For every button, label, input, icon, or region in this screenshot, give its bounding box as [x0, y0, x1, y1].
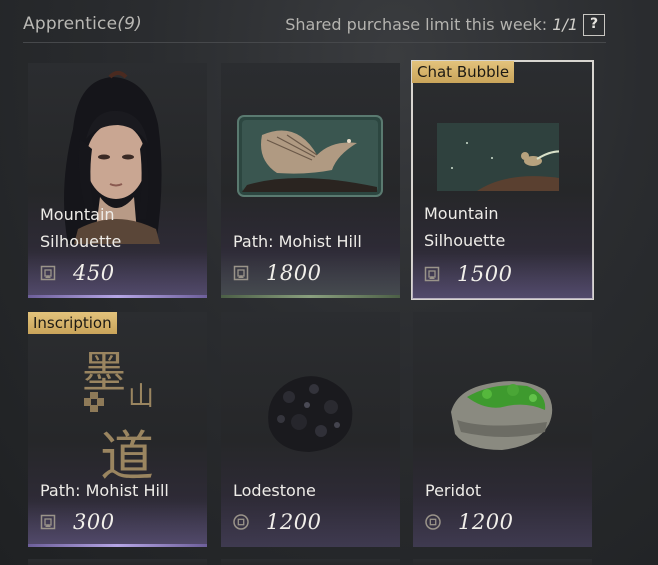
item-price: 450 [40, 260, 115, 286]
price-value: 1200 [458, 510, 514, 534]
token-icon [424, 266, 440, 282]
section-count: (9) [117, 14, 142, 34]
shop-item-card[interactable]: Path: Mohist Hill 1800 [221, 63, 400, 298]
purchase-limit-label: Shared purchase limit this week: [285, 15, 553, 34]
coin-icon [233, 514, 249, 530]
item-price: 1200 [425, 509, 513, 535]
item-name: Path: Mohist Hill [40, 481, 169, 500]
item-price: 1200 [233, 509, 321, 535]
coin-icon [425, 514, 441, 530]
rarity-bar [221, 295, 400, 298]
price-value: 300 [73, 510, 115, 534]
rarity-bar [28, 295, 207, 298]
header-divider [23, 42, 606, 43]
shop-item-card-selected[interactable]: Chat Bubble Mountain Silhouette 1500 [411, 60, 594, 300]
item-name: Peridot [425, 481, 482, 500]
item-name-line: Silhouette [424, 231, 506, 250]
section-title-text: Apprentice [23, 14, 118, 34]
item-name-line: Mountain [424, 204, 499, 223]
price-value: 450 [73, 261, 115, 285]
section-title: Apprentice(9) [23, 14, 142, 34]
bird-thumbnail [437, 123, 559, 191]
item-type-tag: Inscription [28, 312, 117, 334]
item-name-line: Mountain [40, 205, 115, 224]
item-name: Mountain Silhouette [424, 200, 505, 254]
shop-item-card[interactable]: Lodestone 1200 [221, 312, 400, 547]
shop-header: Apprentice(9) Shared purchase limit this… [0, 0, 658, 46]
rarity-bar [28, 544, 207, 547]
purchase-limit: Shared purchase limit this week: 1/1 [285, 15, 578, 34]
item-name-line: Silhouette [40, 232, 122, 251]
item-type-tag: Chat Bubble [412, 61, 515, 83]
token-icon [40, 514, 56, 530]
help-button[interactable]: ? [583, 14, 605, 36]
price-value: 1500 [457, 262, 513, 286]
item-price: 1500 [424, 261, 512, 287]
item-name: Lodestone [233, 481, 316, 500]
lodestone-image [268, 376, 353, 452]
shop-item-card-partial[interactable] [221, 559, 400, 565]
calligraphy-glyph: 山 [128, 382, 155, 412]
scene-thumbnail [237, 115, 383, 197]
item-price: 300 [40, 509, 115, 535]
shop-item-card[interactable]: Mountain Silhouette 450 [28, 63, 207, 298]
price-value: 1800 [266, 261, 322, 285]
item-name: Mountain Silhouette [40, 201, 121, 255]
shop-item-card-partial[interactable] [413, 559, 592, 565]
seal-mark-icon [84, 392, 104, 412]
shop-item-card[interactable]: Inscription 墨 山 道 Path: Mohist Hill 300 [28, 312, 207, 547]
item-name: Path: Mohist Hill [233, 232, 362, 251]
shop-item-card-partial[interactable] [28, 559, 207, 565]
shop-item-card[interactable]: Peridot 1200 [413, 312, 592, 547]
token-icon [40, 265, 56, 281]
inscription-calligraphy: 墨 山 道 [78, 336, 168, 488]
purchase-limit-value: 1/1 [552, 15, 578, 34]
price-value: 1200 [266, 510, 322, 534]
peridot-image [451, 381, 553, 450]
item-price: 1800 [233, 260, 321, 286]
token-icon [233, 265, 249, 281]
